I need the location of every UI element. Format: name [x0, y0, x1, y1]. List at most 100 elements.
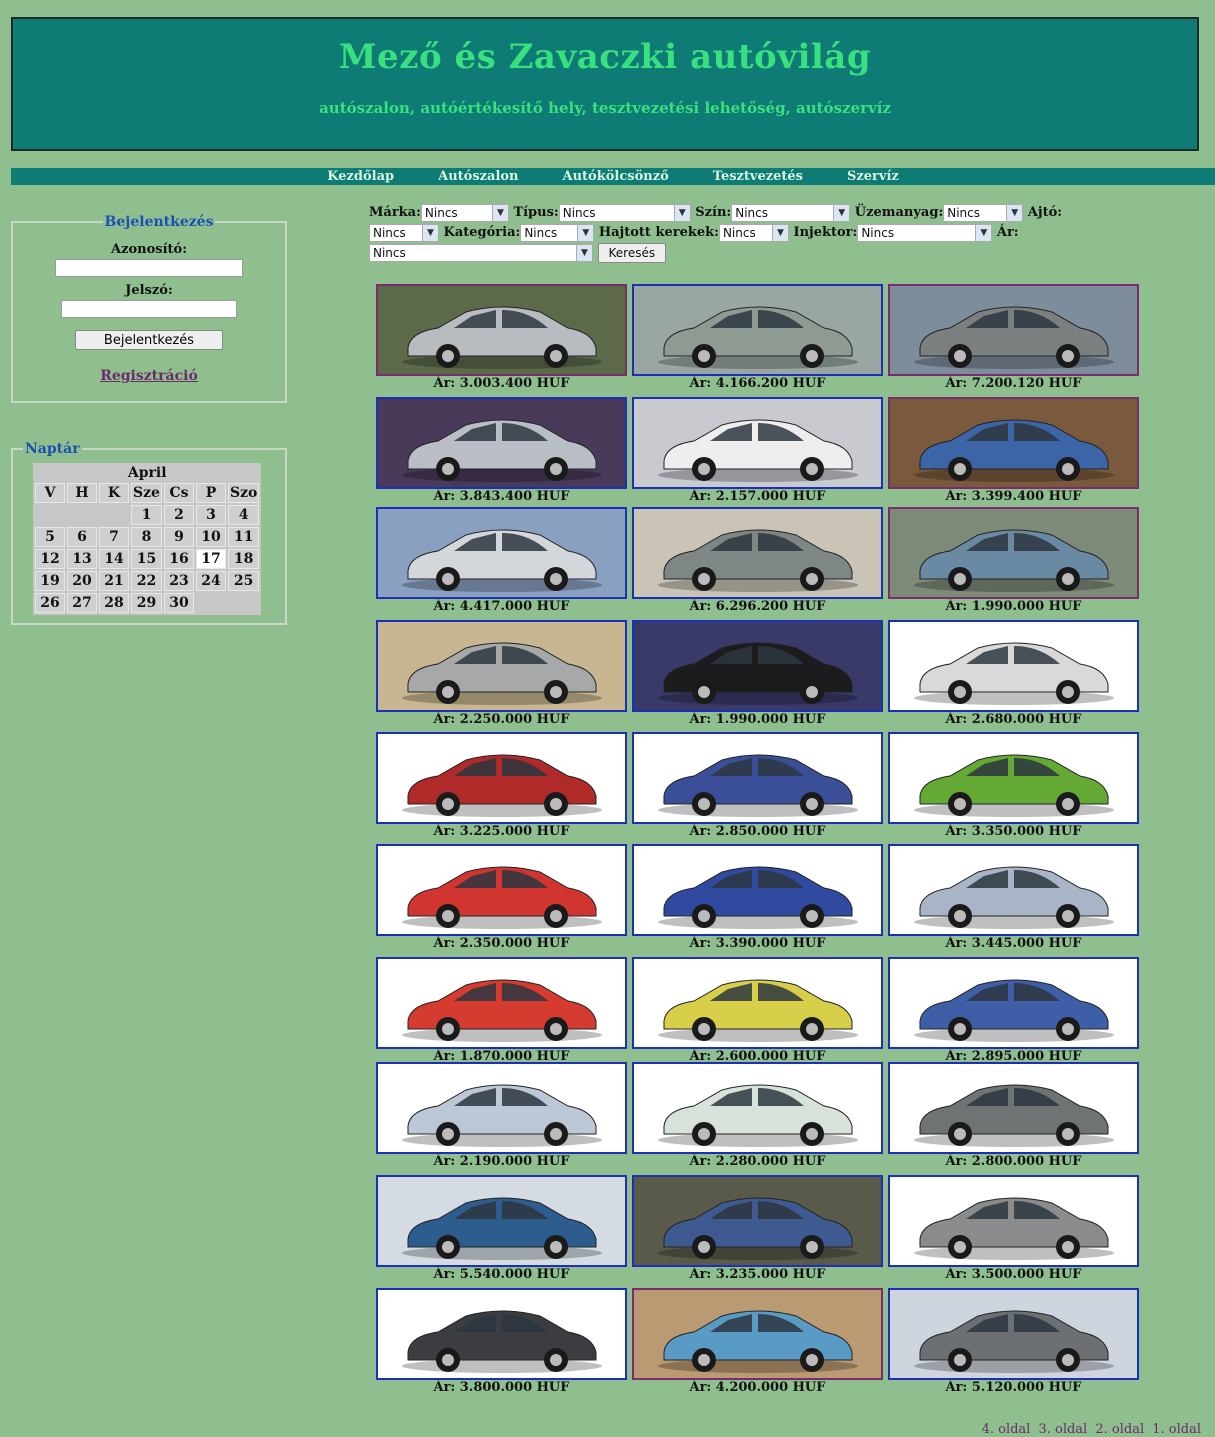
- register-link[interactable]: Regisztráció: [13, 368, 285, 384]
- car-photo[interactable]: [632, 1175, 883, 1267]
- calendar-day[interactable]: 3: [195, 505, 226, 525]
- car-photo[interactable]: [376, 732, 627, 824]
- car-photo[interactable]: [888, 284, 1139, 376]
- drivetrain-select[interactable]: Nincs ▼: [718, 223, 789, 242]
- page-link-3[interactable]: 3. oldal: [1038, 1422, 1087, 1437]
- calendar-day[interactable]: 27: [67, 593, 97, 613]
- calendar-day[interactable]: 18: [227, 549, 260, 569]
- calendar-day[interactable]: 21: [99, 571, 129, 591]
- car-photo[interactable]: [632, 284, 883, 376]
- calendar-day[interactable]: 30: [163, 593, 194, 613]
- username-field[interactable]: [55, 259, 243, 277]
- color-select[interactable]: Nincs ▼: [731, 203, 851, 222]
- car-icon: [914, 754, 1114, 817]
- car-photo[interactable]: [632, 507, 883, 599]
- calendar-day[interactable]: 23: [163, 571, 194, 591]
- calendar-day[interactable]: 13: [67, 549, 97, 569]
- page-link-4[interactable]: 4. oldal: [982, 1422, 1031, 1437]
- calendar-panel: Naptár April V H K Sze Cs P Szo 1 2 3 4 5 6 7 8 9 10 11 1…: [11, 441, 287, 625]
- price-label: Ár:: [996, 225, 1019, 240]
- calendar-day[interactable]: 15: [131, 549, 162, 569]
- car-photo[interactable]: [376, 844, 627, 936]
- calendar-week: 26 27 28 29 30: [35, 593, 260, 613]
- car-photo[interactable]: [888, 1288, 1139, 1380]
- calendar-day[interactable]: 9: [163, 527, 194, 547]
- car-photo[interactable]: [888, 732, 1139, 824]
- calendar-day[interactable]: 8: [131, 527, 162, 547]
- calendar-day[interactable]: 24: [195, 571, 226, 591]
- car-photo[interactable]: [632, 732, 883, 824]
- car-photo[interactable]: [376, 507, 627, 599]
- car-photo[interactable]: [376, 957, 627, 1049]
- calendar-day[interactable]: 26: [35, 593, 65, 613]
- car-listing: Ár: 2.895.000 HUF: [888, 957, 1139, 1065]
- calendar-day[interactable]: 11: [227, 527, 260, 547]
- search-button[interactable]: Keresés: [597, 243, 667, 263]
- calendar-day[interactable]: 29: [131, 593, 162, 613]
- page-link-2[interactable]: 2. oldal: [1095, 1422, 1144, 1437]
- calendar-day[interactable]: 2: [163, 505, 194, 525]
- category-select[interactable]: Nincs ▼: [520, 223, 595, 242]
- calendar-day[interactable]: 22: [131, 571, 162, 591]
- calendar-week: 12 13 14 15 16 17 18: [35, 549, 260, 569]
- password-field[interactable]: [61, 300, 237, 318]
- door-select[interactable]: Nincs ▼: [369, 223, 439, 242]
- nav-home[interactable]: Kezdőlap: [327, 168, 394, 185]
- brand-select[interactable]: Nincs ▼: [420, 203, 509, 222]
- nav-service[interactable]: Szervíz: [847, 168, 899, 185]
- car-photo[interactable]: [376, 1062, 627, 1154]
- car-photo[interactable]: [376, 397, 627, 489]
- injector-select[interactable]: Nincs ▼: [857, 223, 993, 242]
- type-select[interactable]: Nincs ▼: [558, 203, 691, 222]
- calendar-day[interactable]: 5: [35, 527, 65, 547]
- car-photo[interactable]: [632, 1062, 883, 1154]
- car-photo[interactable]: [888, 620, 1139, 712]
- car-photo[interactable]: [888, 1175, 1139, 1267]
- chevron-down-icon: ▼: [771, 224, 788, 241]
- calendar-day[interactable]: 6: [67, 527, 97, 547]
- car-photo[interactable]: [888, 1062, 1139, 1154]
- nav-testdrive[interactable]: Tesztvezetés: [713, 168, 803, 185]
- car-price: Ár: 3.003.400 HUF: [433, 376, 570, 391]
- calendar-day[interactable]: 4: [227, 505, 260, 525]
- calendar-day[interactable]: 17: [195, 549, 226, 569]
- car-photo[interactable]: [888, 844, 1139, 936]
- car-photo[interactable]: [888, 957, 1139, 1049]
- nav-salon[interactable]: Autószalon: [438, 168, 518, 185]
- chevron-down-icon: ▼: [491, 204, 508, 221]
- car-photo[interactable]: [632, 957, 883, 1049]
- calendar-day[interactable]: 19: [35, 571, 65, 591]
- page-link-1[interactable]: 1. oldal: [1152, 1422, 1201, 1437]
- car-icon: [914, 529, 1114, 592]
- car-price: Ár: 3.399.400 HUF: [945, 489, 1082, 504]
- calendar-day[interactable]: 25: [227, 571, 260, 591]
- calendar-day[interactable]: 7: [99, 527, 129, 547]
- car-photo[interactable]: [376, 1288, 627, 1380]
- car-photo[interactable]: [632, 1288, 883, 1380]
- car-price: Ár: 2.280.000 HUF: [689, 1154, 826, 1169]
- calendar-day[interactable]: 16: [163, 549, 194, 569]
- calendar-day[interactable]: 1: [131, 505, 162, 525]
- car-photo[interactable]: [376, 284, 627, 376]
- nav-rental[interactable]: Autókölcsönző: [563, 168, 669, 185]
- car-photo[interactable]: [632, 844, 883, 936]
- calendar-day-header: Szo: [227, 483, 260, 503]
- fuel-select[interactable]: Nincs ▼: [943, 203, 1024, 222]
- price-select[interactable]: Nincs ▼: [369, 244, 593, 262]
- login-legend: Bejelentkezés: [104, 214, 214, 230]
- car-photo[interactable]: [376, 1175, 627, 1267]
- car-photo[interactable]: [888, 507, 1139, 599]
- car-photo[interactable]: [888, 397, 1139, 489]
- car-listing: Ár: 1.990.000 HUF: [888, 507, 1139, 615]
- car-photo[interactable]: [632, 620, 883, 712]
- calendar-day[interactable]: 20: [67, 571, 97, 591]
- calendar-day[interactable]: 28: [99, 593, 129, 613]
- car-price: Ár: 2.350.000 HUF: [433, 936, 570, 951]
- login-button[interactable]: Bejelentkezés: [75, 330, 223, 350]
- calendar-day[interactable]: 10: [195, 527, 226, 547]
- car-photo[interactable]: [376, 620, 627, 712]
- car-photo[interactable]: [632, 397, 883, 489]
- calendar-day[interactable]: 14: [99, 549, 129, 569]
- calendar-day[interactable]: 12: [35, 549, 65, 569]
- car-price: Ár: 2.850.000 HUF: [689, 824, 826, 839]
